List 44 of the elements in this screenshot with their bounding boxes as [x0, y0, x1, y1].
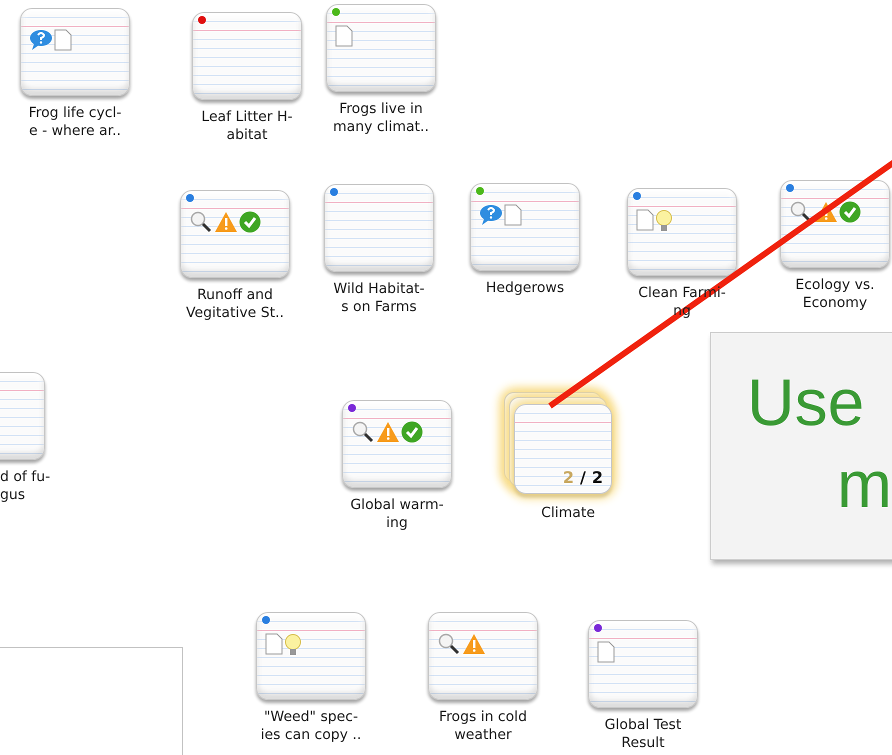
note-card[interactable] — [627, 188, 737, 276]
note-card[interactable] — [20, 8, 130, 96]
document-icon — [597, 641, 615, 663]
card-label: Frogs in cold weather — [439, 708, 527, 744]
document-icon — [335, 25, 353, 47]
speech-bubble-icon — [479, 204, 503, 226]
warning-icon — [376, 421, 400, 443]
speech-bubble-icon — [29, 29, 53, 51]
note-card[interactable] — [470, 183, 580, 271]
card-label: Runoff and Vegitative St.. — [186, 286, 284, 322]
note-card[interactable] — [780, 180, 890, 268]
card-label: "Weed" spec- ies can copy .. — [260, 708, 362, 744]
card-label: Wild Habitat- s on Farms — [333, 280, 425, 316]
search-icon — [351, 421, 375, 443]
callout-text: m — [836, 446, 892, 523]
card-label: Leaf Litter H- abitat — [201, 108, 293, 144]
callout-text: Use — [747, 364, 866, 441]
document-icon — [265, 633, 283, 655]
check-icon — [401, 421, 423, 443]
search-icon — [189, 211, 213, 233]
card-label: Global warm- ing — [350, 496, 444, 532]
note-card[interactable] — [180, 190, 290, 278]
note-card[interactable] — [342, 400, 452, 488]
document-icon — [504, 204, 522, 226]
card-label: Frog life cycl- e - where ar.. — [28, 104, 122, 140]
warning-icon — [462, 633, 486, 655]
warning-icon — [814, 201, 838, 223]
card-label: Global Test Result — [604, 716, 682, 752]
document-icon — [54, 29, 72, 51]
card-label: Hedgerows — [486, 279, 564, 297]
card-label: d of fu- gus — [0, 468, 52, 504]
document-icon — [636, 209, 654, 231]
search-icon — [437, 633, 461, 655]
note-card[interactable] — [256, 612, 366, 700]
card-label: Climate — [541, 504, 595, 522]
card-label: Ecology vs. Economy — [795, 276, 875, 312]
check-icon — [839, 201, 861, 223]
note-card[interactable] — [428, 612, 538, 700]
card-label: Frogs live in many climat.. — [333, 100, 429, 136]
lightbulb-icon — [655, 209, 673, 233]
stack-counter: 2 / 2 — [562, 468, 603, 487]
check-icon — [239, 211, 261, 233]
warning-icon — [214, 211, 238, 233]
lightbulb-icon — [284, 633, 302, 657]
